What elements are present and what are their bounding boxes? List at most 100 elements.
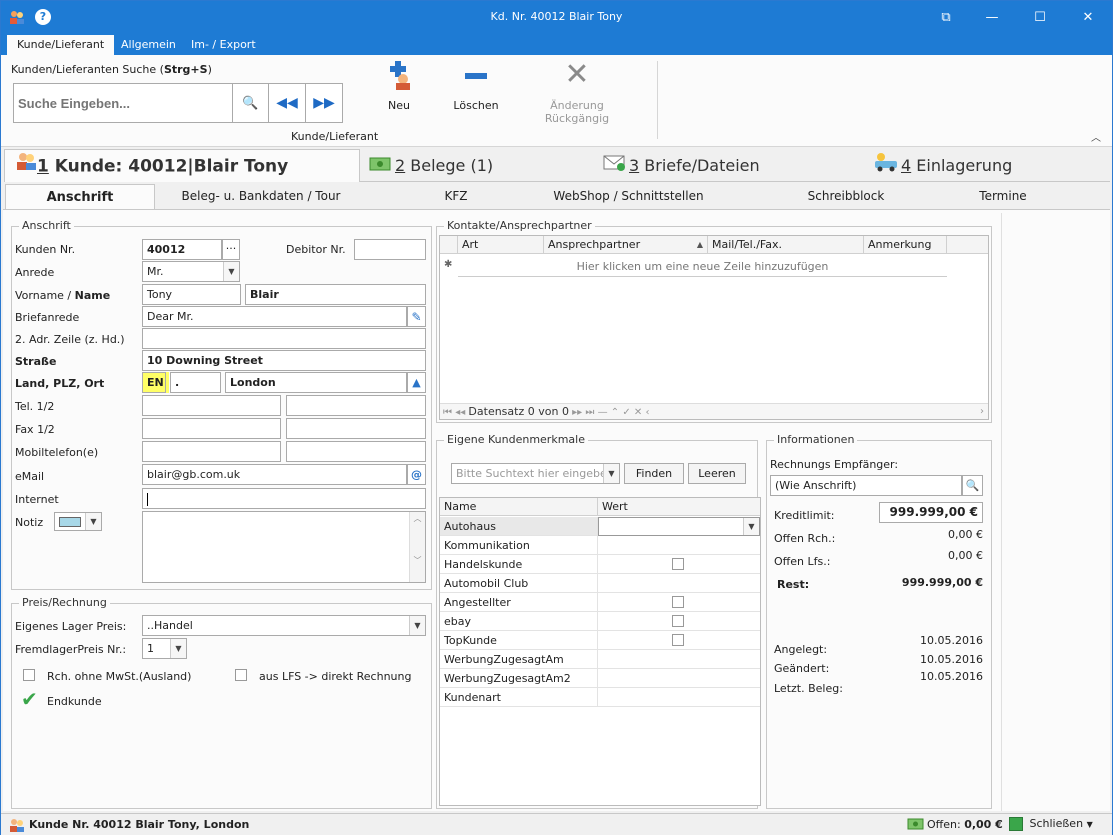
delete-button[interactable]: Löschen [449,59,503,112]
notiz-color-picker[interactable]: ▼ [54,512,102,531]
notiz-textarea[interactable]: ︿ ﹀ [142,511,426,583]
search-input[interactable] [13,83,233,123]
nav-delete-icon[interactable]: — [598,407,608,418]
land-field[interactable]: EN [142,372,166,393]
nav-scroll-right-icon[interactable]: › [980,404,984,420]
kreditlimit-field[interactable]: 999.999,00 € [879,502,983,523]
notiz-scrollbar[interactable]: ︿ ﹀ [409,512,425,582]
empfaenger-field[interactable]: (Wie Anschrift) [770,475,962,496]
kunden-nr-more-button[interactable]: ··· [222,239,240,260]
kontakte-col-ansprech[interactable]: Ansprechpartner ▲ [544,236,708,254]
plz-field[interactable]: . [170,372,221,393]
chevron-down-icon[interactable]: ▼ [170,639,186,658]
lfs-checkbox[interactable] [235,669,247,681]
chevron-down-icon[interactable]: ▼ [85,513,101,530]
ribbon-tab-export[interactable]: Im- / Export [181,35,266,55]
ribbon-tab-allgemein[interactable]: Allgemein [111,35,186,55]
fremd-select[interactable]: 1 ▼ [142,638,187,659]
fax2-field[interactable] [286,418,426,439]
kontakte-col-mail[interactable]: Mail/Tel./Fax. [708,236,864,254]
merkmale-col-wert[interactable]: Wert [598,498,760,516]
merkmal-checkbox[interactable] [672,615,684,627]
send-email-button[interactable]: @ [407,464,426,485]
merkmal-value-cell[interactable] [598,669,760,688]
chevron-down-icon[interactable]: ▼ [743,518,759,535]
merkmal-value-cell[interactable] [598,612,760,631]
endkunde-checkbox[interactable]: ✔ [21,689,41,709]
nav-cancel-icon[interactable]: ✕ [634,407,642,418]
close-status-button[interactable]: Schließen ▼ [1009,817,1093,831]
find-button[interactable]: Finden [624,463,684,484]
clear-button[interactable]: Leeren [688,463,746,484]
restore-icon[interactable]: ⧉ [923,1,969,33]
merkmal-value-cell[interactable] [598,574,760,593]
adr2-field[interactable] [142,328,426,349]
mobil1-field[interactable] [142,441,281,462]
ort-field[interactable]: London [225,372,407,393]
merkmal-value-cell[interactable] [598,536,760,555]
merkmal-value-cell[interactable] [598,688,760,707]
undo-button[interactable]: ✕ Änderung Rückgängig [519,59,635,126]
briefanrede-field[interactable]: Dear Mr. [142,306,407,327]
subtab-termine[interactable]: Termine [963,184,1043,209]
internet-field[interactable] [142,488,426,509]
tab-briefe[interactable]: 3 Briefe/Dateien [603,149,863,182]
merkmal-value-cell[interactable] [598,631,760,650]
chevron-down-icon[interactable]: ▼ [223,262,239,281]
nav-last-icon[interactable]: ⏭ [585,407,594,418]
tab-einlagerung[interactable]: 4 Einlagerung [873,149,1103,182]
nav-up-icon[interactable]: ⌃ [611,407,619,418]
route-button[interactable]: ▲ [407,372,426,393]
empfaenger-search-button[interactable]: 🔍 [962,475,983,496]
merkmal-value-cell[interactable] [598,650,760,669]
tab-belege[interactable]: 2 Belege (1) [369,149,589,182]
email-field[interactable]: blair@gb.com.uk [142,464,407,485]
nav-confirm-icon[interactable]: ✓ [622,407,630,418]
subtab-kfz[interactable]: KFZ [421,184,491,209]
debitor-field[interactable] [354,239,426,260]
edit-briefanrede-button[interactable]: ✎ [407,306,426,327]
vorname-field[interactable]: Tony [142,284,241,305]
fax1-field[interactable] [142,418,281,439]
chevron-down-icon[interactable]: ▼ [409,616,425,635]
mobil2-field[interactable] [286,441,426,462]
ohne-mwst-checkbox[interactable] [23,669,35,681]
new-row-hint[interactable]: Hier klicken um eine neue Zeile hinzuzuf… [458,257,947,277]
lager-select[interactable]: ..Handel ▼ [142,615,426,636]
merkmal-value-cell[interactable] [598,555,760,574]
prev-button[interactable]: ◀◀ [268,83,306,123]
nav-next-page-icon[interactable]: ▸▸ [572,407,582,418]
subtab-webshop[interactable]: WebShop / Schnittstellen [536,184,721,209]
collapse-ribbon-icon[interactable]: ︿ [1091,129,1101,144]
subtab-anschrift[interactable]: Anschrift [5,184,155,209]
merkmal-checkbox[interactable] [672,558,684,570]
tel2-field[interactable] [286,395,426,416]
kunden-nr-field[interactable]: 40012 [142,239,222,260]
merkmal-value-cell[interactable] [598,593,760,612]
chevron-down-icon[interactable]: ▼ [603,464,619,483]
maximize-button[interactable]: ☐ [1017,1,1063,33]
strasse-field[interactable]: 10 Downing Street [142,350,426,371]
nav-prev-page-icon[interactable]: ◂◂ [455,407,465,418]
merkmal-checkbox[interactable] [672,634,684,646]
close-button[interactable]: ✕ [1065,1,1111,33]
next-button[interactable]: ▶▶ [305,83,343,123]
merkmale-col-name[interactable]: Name [440,498,598,516]
kontakte-col-anmerkung[interactable]: Anmerkung [864,236,947,254]
anrede-select[interactable]: Mr. ▼ [142,261,240,282]
name-field[interactable]: Blair [245,284,426,305]
merkmal-checkbox[interactable] [672,596,684,608]
subtab-schreibblock[interactable]: Schreibblock [791,184,901,209]
tab-kunde[interactable]: 1 Kunde: 40012|Blair Tony [4,149,360,182]
ribbon-tab-kunde[interactable]: Kunde/Lieferant [7,35,115,55]
merkmal-value-cell[interactable]: ▼ [598,517,760,536]
kontakte-col-art[interactable]: Art [458,236,544,254]
nav-left-icon[interactable]: ‹ [645,407,649,418]
subtab-beleg-bank[interactable]: Beleg- u. Bankdaten / Tour [161,184,361,209]
minimize-button[interactable]: — [969,1,1015,33]
new-button[interactable]: Neu [376,59,422,112]
merkmale-search-input[interactable]: Bitte Suchtext hier eingeben... ▼ [451,463,620,484]
nav-first-icon[interactable]: ⏮ [443,407,452,418]
tel1-field[interactable] [142,395,281,416]
search-button[interactable]: 🔍 [232,83,269,123]
